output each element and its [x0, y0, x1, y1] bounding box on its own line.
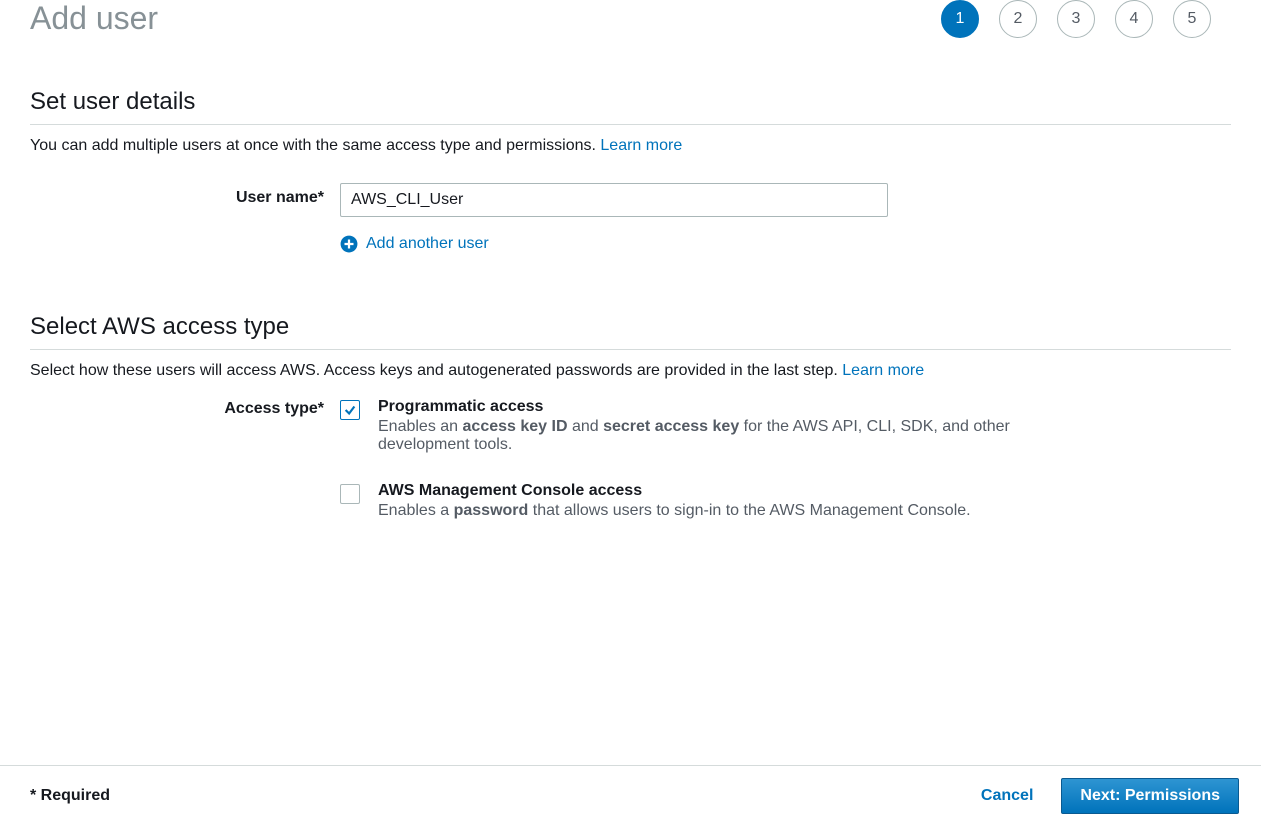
access-type-row: Access type* Programmatic access Enables… [30, 398, 1231, 520]
checkbox-console-access[interactable] [340, 484, 360, 504]
section-desc-text: You can add multiple users at once with … [30, 137, 600, 154]
wizard-step-5[interactable]: 5 [1173, 0, 1211, 38]
page-title: Add user [30, 1, 158, 36]
desc-part: and [568, 418, 604, 435]
desc-bold: password [454, 502, 529, 519]
section-desc-user-details: You can add multiple users at once with … [30, 137, 1231, 155]
checkbox-programmatic-access[interactable] [340, 400, 360, 420]
access-type-label: Access type* [30, 398, 340, 418]
access-type-option-programmatic: Programmatic access Enables an access ke… [340, 398, 1231, 454]
desc-bold: secret access key [603, 418, 739, 435]
plus-circle-icon [340, 235, 358, 253]
wizard-step-4[interactable]: 4 [1115, 0, 1153, 38]
required-note: * Required [30, 787, 110, 805]
add-another-user-button[interactable]: Add another user [340, 235, 1231, 253]
wizard-step-1[interactable]: 1 [941, 0, 979, 38]
option-title: Programmatic access [378, 398, 1078, 416]
desc-bold: access key ID [463, 418, 568, 435]
footer-bar: * Required Cancel Next: Permissions [0, 765, 1261, 815]
username-input[interactable] [340, 183, 888, 217]
learn-more-link-access-type[interactable]: Learn more [842, 362, 924, 379]
cancel-button[interactable]: Cancel [981, 787, 1033, 805]
header-row: Add user 1 2 3 4 5 [30, 0, 1231, 38]
option-desc: Enables an access key ID and secret acce… [378, 418, 1078, 454]
divider [30, 349, 1231, 350]
wizard-steps: 1 2 3 4 5 [941, 0, 1231, 38]
divider [30, 124, 1231, 125]
checkbox-text: Programmatic access Enables an access ke… [378, 398, 1078, 454]
option-desc: Enables a password that allows users to … [378, 502, 971, 520]
wizard-step-2[interactable]: 2 [999, 0, 1037, 38]
checkbox-text: AWS Management Console access Enables a … [378, 482, 971, 520]
access-type-option-console: AWS Management Console access Enables a … [340, 482, 1231, 520]
learn-more-link-user-details[interactable]: Learn more [600, 137, 682, 154]
desc-part: Enables a [378, 502, 454, 519]
section-title-access-type: Select AWS access type [30, 253, 1231, 341]
section-title-user-details: Set user details [30, 38, 1231, 116]
add-another-user-label: Add another user [366, 235, 489, 253]
footer-actions: Cancel Next: Permissions [981, 778, 1239, 814]
username-control-col: Add another user [340, 183, 1231, 253]
username-label: User name* [30, 183, 340, 207]
desc-part: Enables an [378, 418, 463, 435]
wizard-step-3[interactable]: 3 [1057, 0, 1095, 38]
page-content: Add user 1 2 3 4 5 Set user details You … [0, 0, 1261, 520]
next-permissions-button[interactable]: Next: Permissions [1061, 778, 1239, 814]
section-desc-access-text: Select how these users will access AWS. … [30, 362, 842, 379]
section-desc-access-type: Select how these users will access AWS. … [30, 362, 1231, 380]
desc-part: that allows users to sign-in to the AWS … [528, 502, 970, 519]
username-row: User name* Add another user [30, 183, 1231, 253]
access-type-options: Programmatic access Enables an access ke… [340, 398, 1231, 520]
option-title: AWS Management Console access [378, 482, 971, 500]
